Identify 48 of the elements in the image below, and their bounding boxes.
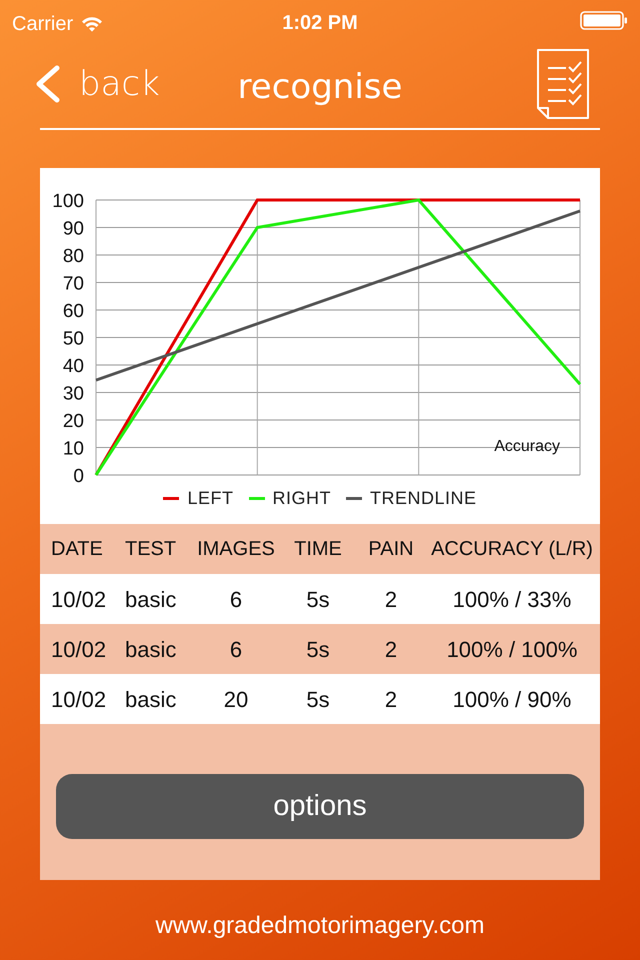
- table-cell-text: 6: [230, 586, 242, 614]
- battery-icon: [580, 10, 628, 30]
- table-cell-text: 6: [230, 636, 242, 664]
- table-cell-text: 100% / 90%: [452, 686, 572, 714]
- column-header: TEST: [125, 537, 176, 562]
- legend-label: LEFT: [187, 486, 234, 510]
- options-button[interactable]: options: [56, 774, 584, 839]
- y-axis-tick-label: 50: [62, 328, 84, 350]
- table-cell-text: 20: [224, 686, 248, 714]
- table-cell-text: 5s: [306, 636, 330, 664]
- legend-label: RIGHT: [272, 486, 331, 510]
- checklist-document-icon[interactable]: [536, 48, 590, 120]
- column-header: ACCURACY (L/R): [431, 537, 593, 562]
- table-cell-text: 2: [384, 636, 398, 664]
- table-cell-text: 10/02: [51, 686, 106, 714]
- y-axis-tick-label: 80: [62, 246, 84, 267]
- y-axis-tick-label: 30: [62, 384, 84, 404]
- legend-label: TRENDLINE: [370, 486, 477, 510]
- table-cell-text: 10/02: [51, 586, 106, 614]
- wifi-icon: [81, 16, 104, 32]
- table-cell-text: basic: [125, 686, 176, 714]
- chart-title: Accuracy: [494, 438, 560, 455]
- table-cell-text: 2: [384, 586, 398, 614]
- back-button[interactable]: back: [33, 58, 160, 110]
- y-axis-tick-label: 20: [62, 411, 84, 432]
- y-axis-tick-label: 10: [62, 438, 84, 460]
- table-cell-text: basic: [125, 586, 176, 614]
- y-axis-tick-label: 90: [62, 218, 84, 240]
- y-axis-tick-label: 0: [73, 466, 84, 487]
- table-cell-text: basic: [125, 636, 176, 664]
- table-cell-text: 5s: [306, 686, 330, 714]
- column-header: TIME: [294, 537, 342, 562]
- y-axis-tick-label: 60: [62, 301, 84, 322]
- column-header: PAIN: [368, 537, 414, 562]
- y-axis-tick-label: 100: [52, 191, 84, 212]
- y-axis-tick-label: 70: [62, 274, 84, 294]
- table-cell-text: 2: [384, 686, 398, 714]
- website-link[interactable]: www.gradedmotorimagery.com: [155, 912, 484, 939]
- y-axis-tick-label: 40: [62, 356, 84, 377]
- carrier-name: Carrier: [12, 12, 74, 36]
- table-cell-text: 100% / 100%: [446, 636, 578, 664]
- status-time: 1:02 PM: [282, 12, 358, 34]
- column-header: IMAGES: [197, 537, 275, 562]
- table-cell-text: 5s: [306, 586, 330, 614]
- table-cell-text: 100% / 33%: [452, 586, 572, 614]
- screen-title: recognise: [238, 67, 402, 107]
- column-header: DATE: [51, 537, 103, 562]
- table-cell-text: 10/02: [51, 636, 106, 664]
